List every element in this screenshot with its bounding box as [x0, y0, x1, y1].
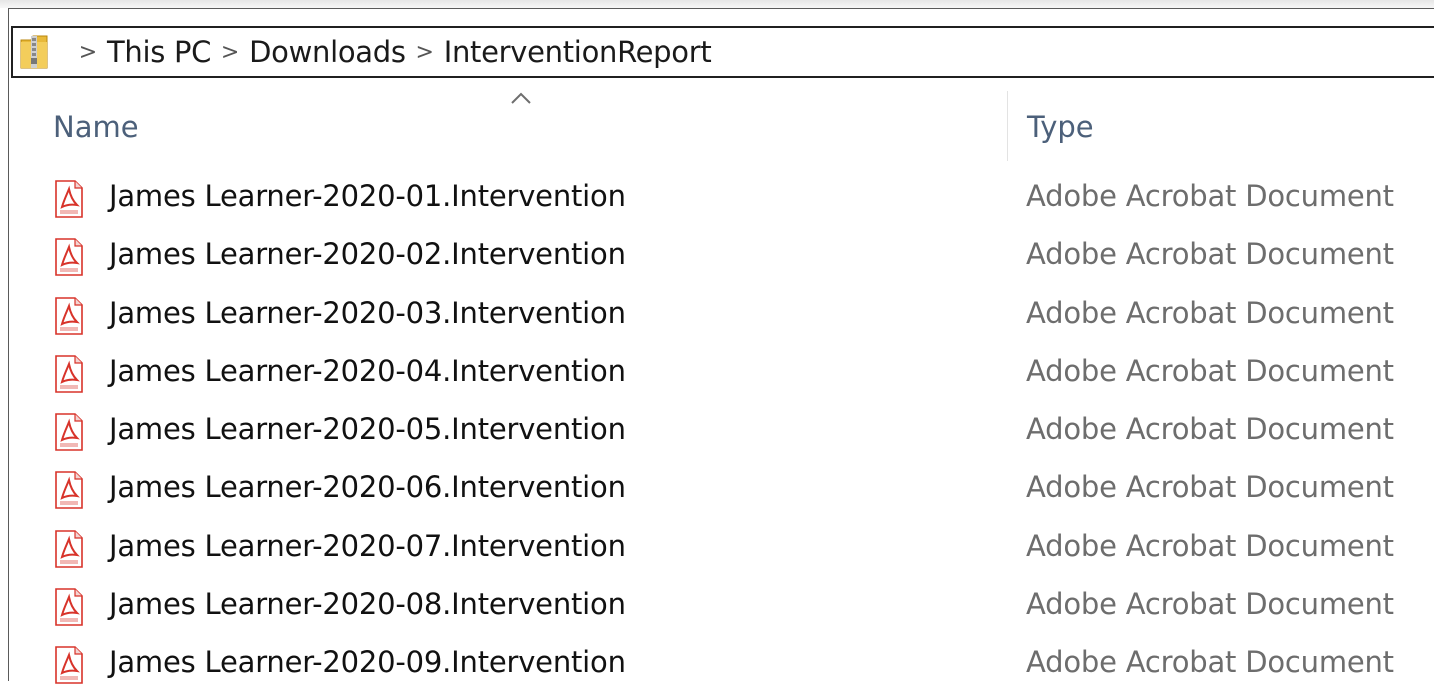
pdf-icon [55, 471, 83, 510]
file-explorer-window: > This PC > Downloads > InterventionRepo… [8, 8, 1434, 685]
file-row[interactable]: James Learner-2020-07.Intervention Adobe… [9, 523, 1434, 581]
address-bar[interactable]: > This PC > Downloads > InterventionRepo… [11, 26, 1434, 78]
file-row[interactable]: James Learner-2020-08.Intervention Adobe… [9, 581, 1434, 639]
file-type: Adobe Acrobat Document [1026, 237, 1394, 272]
pdf-icon [55, 529, 83, 568]
window-shadow [0, 0, 1434, 8]
column-header-row: Name Type [9, 81, 1434, 163]
file-type: Adobe Acrobat Document [1026, 645, 1394, 680]
file-type: Adobe Acrobat Document [1026, 179, 1394, 213]
file-name: James Learner-2020-06.Intervention [109, 470, 626, 505]
pdf-icon [55, 238, 83, 277]
file-list: James Learner-2020-01.Intervention Adobe… [9, 173, 1434, 698]
breadcrumb-separator[interactable]: > [211, 40, 249, 65]
file-row[interactable]: James Learner-2020-03.Intervention Adobe… [9, 290, 1434, 348]
file-type: Adobe Acrobat Document [1026, 587, 1394, 622]
file-name: James Learner-2020-01.Intervention [109, 179, 626, 213]
breadcrumb-interventionreport[interactable]: InterventionReport [444, 35, 712, 69]
file-row[interactable]: James Learner-2020-04.Intervention Adobe… [9, 348, 1434, 406]
column-divider[interactable] [1007, 91, 1008, 161]
breadcrumb-separator[interactable]: > [406, 40, 444, 65]
file-type: Adobe Acrobat Document [1026, 470, 1394, 505]
file-name: James Learner-2020-05.Intervention [109, 412, 626, 447]
zip-folder-icon [20, 35, 48, 69]
column-header-type[interactable]: Type [1027, 110, 1094, 144]
file-row[interactable]: James Learner-2020-02.Intervention Adobe… [9, 231, 1434, 289]
pdf-icon [55, 413, 83, 452]
pdf-icon [55, 646, 83, 685]
file-name: James Learner-2020-03.Intervention [109, 295, 626, 330]
file-name: James Learner-2020-08.Intervention [109, 587, 626, 622]
pdf-icon [55, 296, 83, 335]
file-name: James Learner-2020-07.Intervention [109, 528, 626, 563]
file-type: Adobe Acrobat Document [1026, 528, 1394, 563]
file-type: Adobe Acrobat Document [1026, 353, 1394, 388]
file-name: James Learner-2020-02.Intervention [109, 237, 626, 272]
breadcrumb-this-pc[interactable]: This PC [107, 35, 211, 69]
file-type: Adobe Acrobat Document [1026, 412, 1394, 447]
pdf-icon [55, 588, 83, 627]
breadcrumb-downloads[interactable]: Downloads [249, 35, 406, 69]
pdf-icon [55, 354, 83, 393]
column-header-name[interactable]: Name [53, 110, 139, 144]
file-row[interactable]: James Learner-2020-01.Intervention Adobe… [9, 173, 1434, 231]
pdf-icon [55, 180, 83, 218]
file-row[interactable]: James Learner-2020-09.Intervention Adobe… [9, 639, 1434, 697]
sort-ascending-icon [511, 92, 531, 104]
file-row[interactable]: James Learner-2020-06.Intervention Adobe… [9, 464, 1434, 522]
file-name: James Learner-2020-04.Intervention [109, 353, 626, 388]
file-name: James Learner-2020-09.Intervention [109, 645, 626, 680]
file-type: Adobe Acrobat Document [1026, 295, 1394, 330]
breadcrumb-separator: > [78, 39, 98, 65]
file-row[interactable]: James Learner-2020-05.Intervention Adobe… [9, 406, 1434, 464]
